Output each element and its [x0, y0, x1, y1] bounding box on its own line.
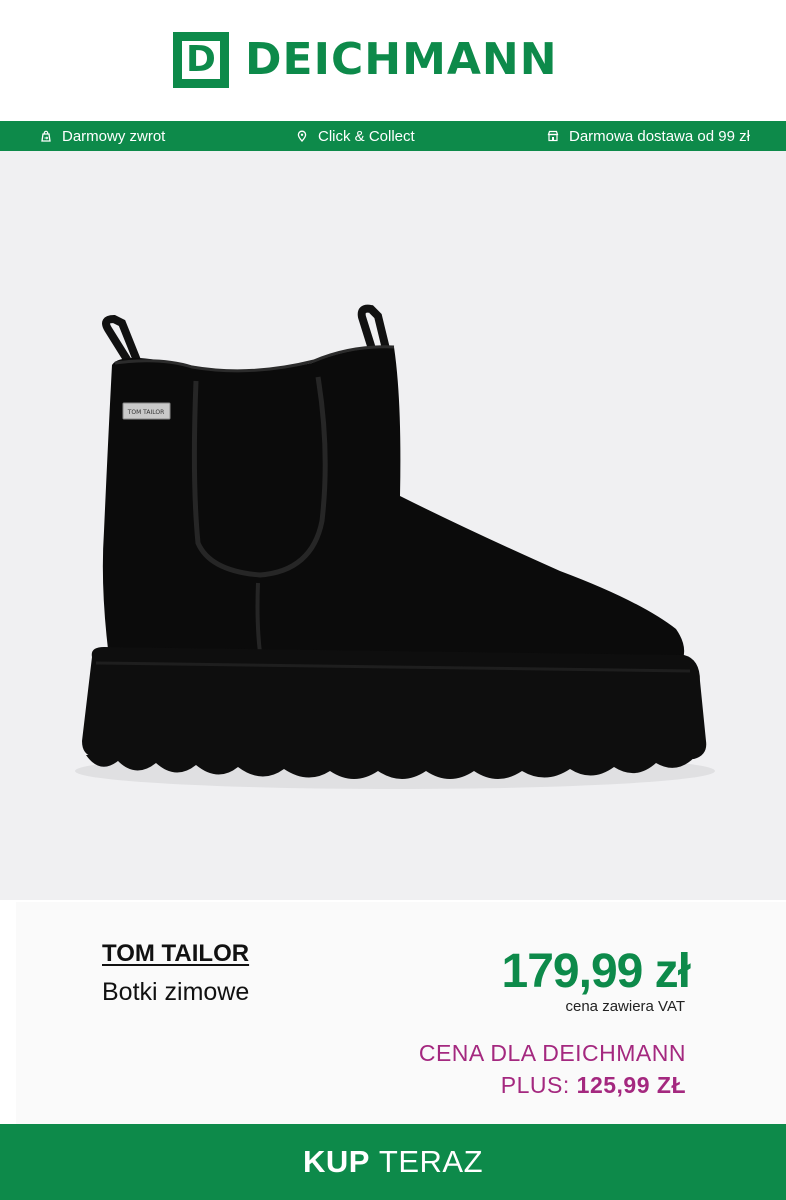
header: D DEICHMANN — [0, 0, 786, 121]
info-label: Darmowa dostawa od 99 zł — [569, 127, 750, 145]
buy-now-rest: TERAZ — [378, 1144, 484, 1179]
deichmann-logo[interactable]: D DEICHMANN — [173, 32, 558, 88]
product-price: 179,99 zł — [501, 945, 691, 998]
info-item-free-returns[interactable]: Darmowy zwrot — [40, 121, 165, 151]
store-icon — [547, 130, 559, 142]
product-image[interactable]: TOM TAILOR — [0, 151, 786, 900]
buy-now-button[interactable]: KUP TERAZ — [0, 1124, 786, 1200]
product-name: Botki zimowe — [102, 978, 250, 1006]
location-pin-icon — [297, 130, 307, 142]
info-item-free-delivery[interactable]: Darmowa dostawa od 99 zł — [547, 121, 750, 151]
boot-illustration: TOM TAILOR — [75, 304, 715, 789]
product-brand-link[interactable]: TOM TAILOR — [102, 940, 249, 968]
info-label: Click & Collect — [318, 127, 415, 145]
product-card: TOM TAILOR Botki zimowe 179,99 zł cena z… — [16, 902, 786, 1124]
logo-wordmark: DEICHMANN — [245, 34, 558, 85]
info-bar: Darmowy zwrot Click & Collect Darmowa do… — [0, 121, 786, 151]
logo-letter: D — [182, 41, 220, 79]
plus-price-value: 125,99 ZŁ — [576, 1072, 686, 1098]
plus-prefix: PLUS: — [500, 1072, 570, 1098]
info-label: Darmowy zwrot — [62, 127, 166, 145]
logo-mark: D — [173, 32, 229, 88]
vat-note: cena zawiera VAT — [565, 998, 686, 1015]
bag-return-icon — [41, 130, 51, 142]
plus-price-line: PLUS: 125,99 ZŁ — [501, 1072, 686, 1099]
plus-price-label: CENA DLA DEICHMANN — [418, 1040, 686, 1066]
buy-now-bold: KUP — [302, 1144, 370, 1179]
info-item-click-collect[interactable]: Click & Collect — [296, 121, 415, 151]
boot-label-text: TOM TAILOR — [127, 409, 165, 416]
